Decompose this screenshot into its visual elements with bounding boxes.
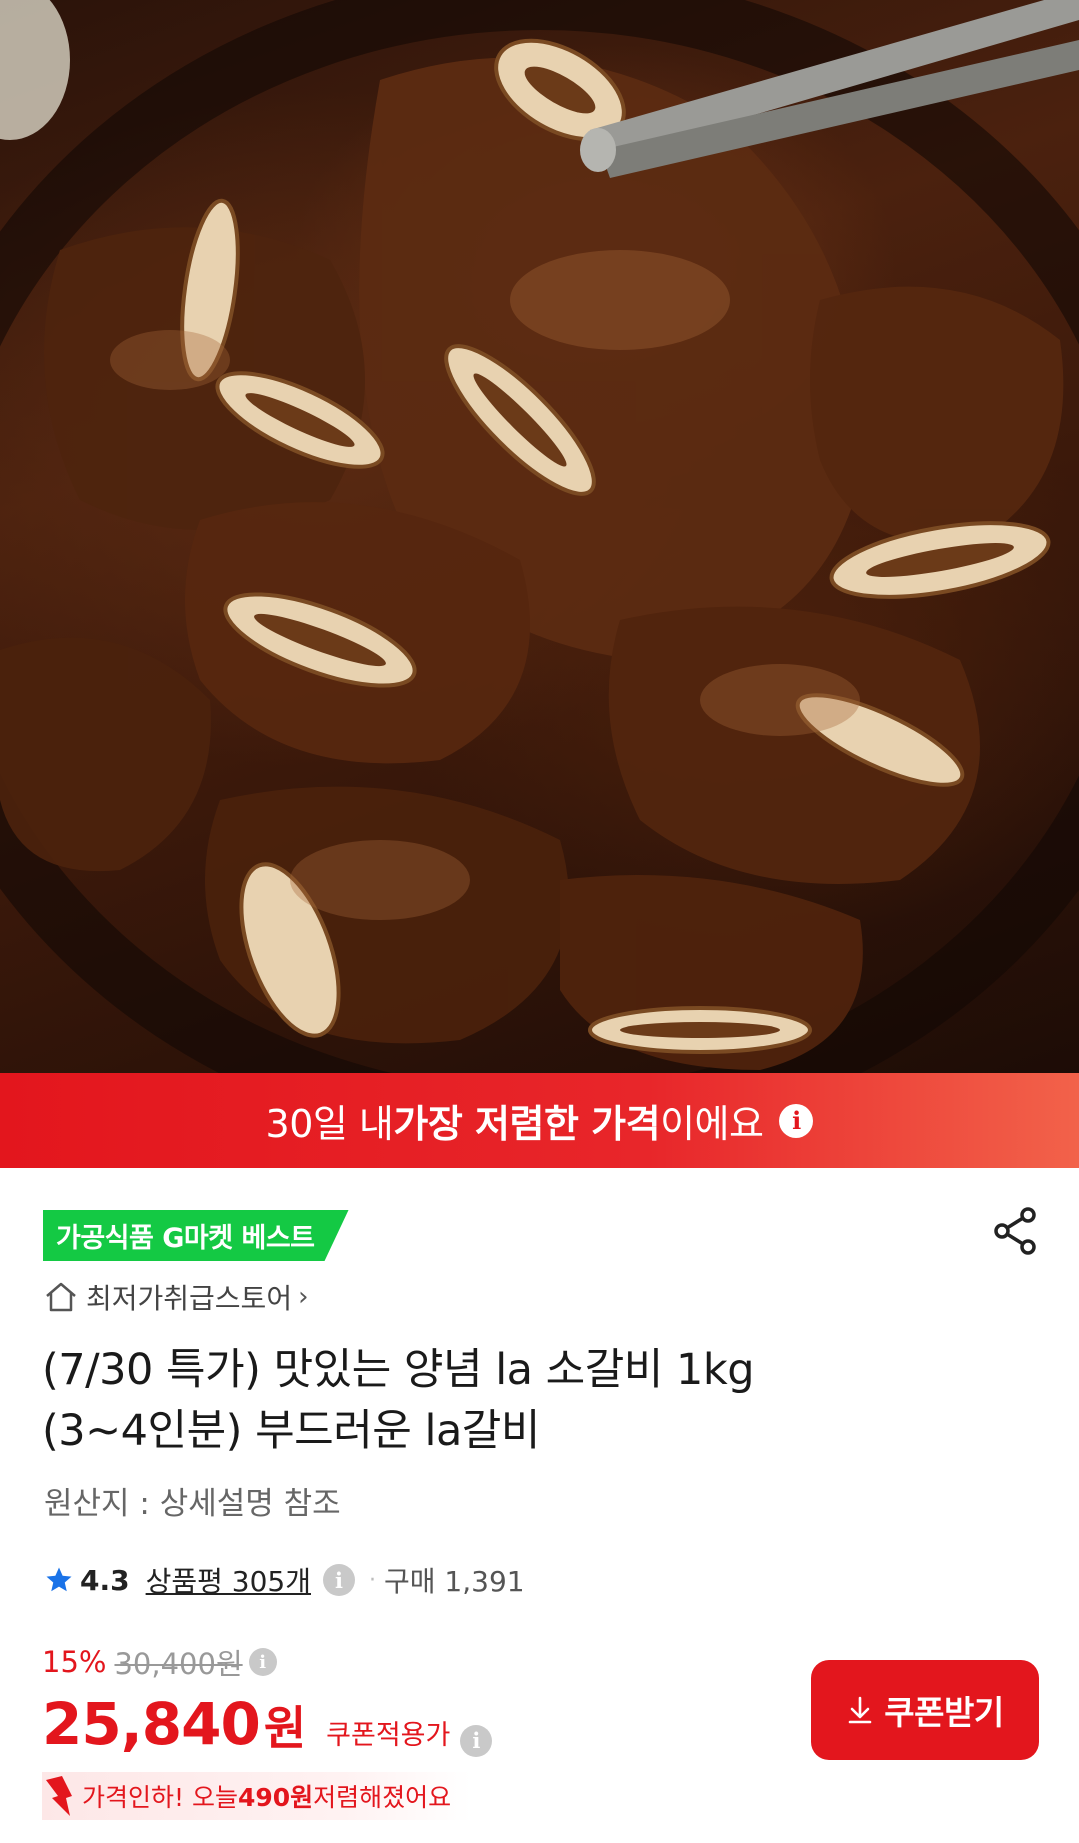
product-image[interactable]: [0, 0, 1079, 1073]
original-price: 30,400원: [114, 1647, 243, 1681]
sale-price: 25,840: [42, 1690, 261, 1758]
purchase-count: 구매 1,391: [384, 1565, 525, 1598]
price-row: 25,840 원 쿠폰적용가 i: [42, 1690, 493, 1760]
product-title-line-1: (7/30 특가) 맛있는 양념 la 소갈비 1kg: [42, 1345, 755, 1395]
lowest-price-banner[interactable]: 30일 내 가장 저렴한 가격 이에요 i: [0, 1073, 1079, 1168]
discount-rate: 15%: [42, 1645, 107, 1679]
info-icon[interactable]: i: [460, 1724, 493, 1757]
get-coupon-button[interactable]: 쿠폰받기: [811, 1660, 1039, 1760]
galbi-photo: [0, 0, 1079, 1073]
origin-info: 원산지 : 상세설명 참조: [44, 1486, 341, 1522]
store-link[interactable]: 최저가취급스토어 ›: [44, 1277, 309, 1317]
banner-suffix: 이에요: [660, 1102, 764, 1146]
download-icon: [848, 1696, 872, 1724]
coupon-price-label: 쿠폰적용가: [326, 1720, 451, 1751]
info-icon[interactable]: i: [779, 1103, 814, 1138]
down-arrow-icon: [46, 1776, 72, 1816]
rating-score: 4.3: [80, 1563, 130, 1597]
currency-unit: 원: [263, 1701, 307, 1755]
best-seller-badge: 가공식품 G마켓 베스트: [43, 1210, 349, 1261]
discount-row: 15% 30,400원 i: [42, 1642, 277, 1682]
product-title-line-2: (3~4인분) 부드러운 la갈비: [42, 1406, 540, 1456]
product-title: (7/30 특가) 맛있는 양념 la 소갈비 1kg (3~4인분) 부드러운…: [42, 1340, 1042, 1462]
home-icon: [46, 1282, 76, 1312]
price-drop-amount: 490원: [237, 1783, 314, 1812]
banner-prefix: 30일 내: [265, 1102, 394, 1146]
star-icon: [46, 1567, 72, 1592]
share-icon: [994, 1207, 1036, 1255]
separator: ·: [369, 1567, 376, 1593]
review-count-link[interactable]: 상품평 305개: [146, 1560, 311, 1600]
price-drop-prefix: 가격인하! 오늘: [82, 1783, 238, 1812]
coupon-button-label: 쿠폰받기: [884, 1693, 1004, 1732]
info-icon[interactable]: i: [248, 1648, 277, 1676]
info-icon[interactable]: i: [323, 1564, 355, 1596]
share-button[interactable]: [990, 1205, 1042, 1257]
price-drop-note: 가격인하! 오늘 490원 저렴해졌어요: [42, 1772, 472, 1820]
banner-bold-text: 가장 저렴한 가격: [393, 1102, 661, 1146]
price-drop-suffix: 저렴해졌어요: [313, 1783, 452, 1812]
chevron-right-icon: ›: [298, 1282, 309, 1312]
badge-label: 가공식품 G마켓 베스트: [56, 1223, 315, 1254]
rating-row: 4.3 상품평 305개 i · 구매 1,391: [44, 1558, 525, 1602]
store-name: 최저가취급스토어: [86, 1282, 293, 1315]
